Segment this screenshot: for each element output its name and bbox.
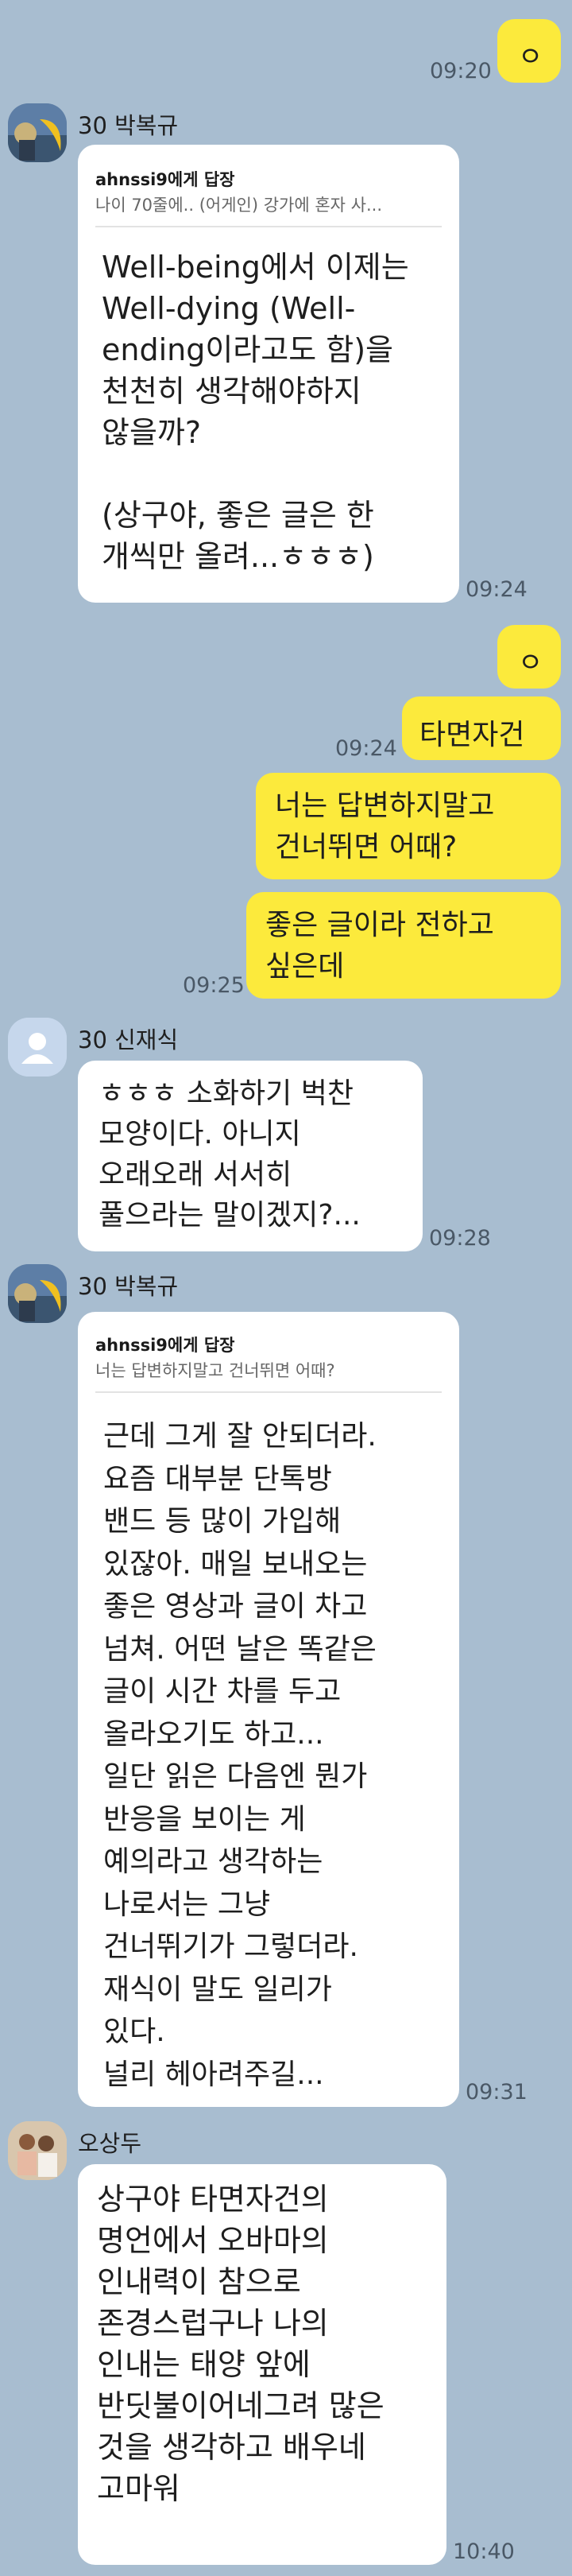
message-text: 너는 답변하지말고 건너뛰면 어때? (275, 789, 495, 863)
message-text: 근데 그게 잘 안되더라. 요즘 대부분 단톡방 밴드 등 많이 가입해 있잖아… (103, 1420, 377, 2091)
profile-photo-icon (8, 1264, 67, 1323)
outgoing-message[interactable]: ㅇ (497, 19, 561, 83)
avatar[interactable] (8, 1264, 67, 1323)
message-time: 09:28 (429, 1226, 491, 1251)
sender-name: 30 박복규 (78, 112, 179, 139)
outgoing-message[interactable]: 좋은 글이라 전하고 싶은데 (246, 892, 561, 999)
sender-name: 30 신재식 (78, 1026, 179, 1053)
message-text: 상구야 타면자건의 명언에서 오바마의 인내력이 참으로 존경스럽구나 나의 인… (97, 2182, 385, 2506)
incoming-message[interactable]: ahnssi9에게 답장 너는 답변하지말고 건너뛰면 어때? 근데 그게 잘 … (78, 1312, 459, 2107)
reply-divider (95, 226, 442, 227)
message-time: 09:24 (466, 577, 528, 602)
avatar[interactable] (8, 2121, 67, 2180)
reply-preview[interactable]: 너는 답변하지말고 건너뛰면 어때? (95, 1358, 445, 1382)
sender-name: 오상두 (78, 2130, 142, 2157)
reply-preview[interactable]: 나이 70줄에.. (어게인) 강가에 혼자 사... (95, 192, 445, 216)
message-text: 타면자건 (419, 719, 525, 751)
message-text: ㅇ (518, 647, 543, 679)
avatar[interactable] (8, 103, 67, 162)
message-time: 10:40 (453, 2539, 515, 2564)
message-text: 좋은 글이라 전하고 싶은데 (265, 909, 494, 983)
profile-photo-icon (8, 2121, 67, 2180)
incoming-message[interactable]: ㅎㅎㅎ 소화하기 벅찬 모양이다. 아니지 오래오래 서서히 풀으라는 말이겠지… (78, 1061, 423, 1251)
reply-target: ahnssi9에게 답장 (95, 170, 235, 189)
reply-target: ahnssi9에게 답장 (95, 1336, 235, 1355)
message-time: 09:25 (183, 973, 245, 998)
outgoing-message[interactable]: 타면자건 (402, 696, 561, 760)
avatar[interactable] (8, 1018, 67, 1077)
message-text: Well-being에서 이제는 Well-dying (Well- endin… (102, 250, 409, 574)
default-profile-icon (8, 1018, 67, 1077)
outgoing-message[interactable]: 너는 답변하지말고 건너뛰면 어때? (256, 773, 561, 879)
message-text: ㅎㅎㅎ 소화하기 벅찬 모양이다. 아니지 오래오래 서서히 풀으라는 말이겠지… (99, 1077, 361, 1232)
message-time: 09:31 (466, 2080, 528, 2105)
profile-photo-icon (8, 103, 67, 162)
reply-divider (95, 1391, 442, 1393)
incoming-message[interactable]: 상구야 타면자건의 명언에서 오바마의 인내력이 참으로 존경스럽구나 나의 인… (78, 2164, 446, 2565)
sender-name: 30 박복규 (78, 1273, 179, 1300)
incoming-message[interactable]: ahnssi9에게 답장 나이 70줄에.. (어게인) 강가에 혼자 사...… (78, 145, 459, 603)
outgoing-message[interactable]: ㅇ (497, 625, 561, 689)
message-time: 09:20 (430, 59, 492, 83)
message-text: ㅇ (518, 41, 543, 73)
message-time: 09:24 (335, 736, 397, 761)
